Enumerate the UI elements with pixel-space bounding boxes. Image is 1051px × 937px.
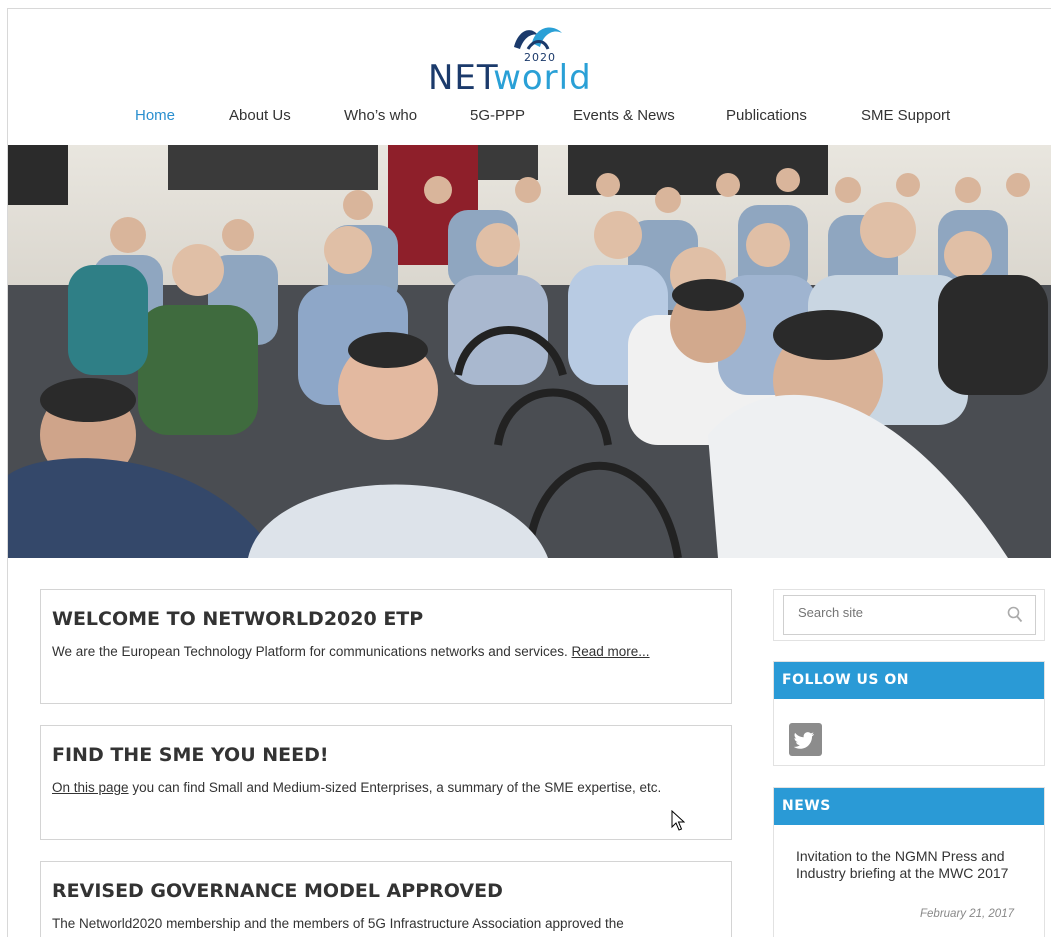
nav-events-news[interactable]: Events & News [573, 107, 675, 124]
logo-word-net: NET [428, 58, 494, 98]
page: 2020 NETworld Home About Us Who’s who 5G… [7, 8, 1051, 937]
follow-title: FOLLOW US ON [774, 662, 1044, 699]
governance-text: The Networld2020 membership and the memb… [52, 916, 624, 931]
site-logo[interactable]: 2020 NETworld [428, 17, 668, 99]
search-field [783, 595, 1036, 635]
sme-text: On this page you can find Small and Medi… [41, 766, 731, 795]
hero-audience-illustration [8, 145, 1051, 558]
logo-wordmark: NETworld [428, 61, 592, 95]
search-widget [773, 589, 1045, 641]
read-more-link[interactable]: Read more... [572, 644, 650, 659]
nav-sme-support[interactable]: SME Support [861, 107, 950, 124]
nav-about-us[interactable]: About Us [229, 107, 291, 124]
twitter-bird-icon [793, 732, 814, 749]
news-widget: NEWS Invitation to the NGMN Press and In… [773, 787, 1045, 937]
logo-mark-icon [514, 27, 562, 50]
governance-box: REVISED GOVERNANCE MODEL APPROVED The Ne… [40, 861, 732, 937]
search-icon[interactable] [1007, 606, 1023, 624]
nav-whos-who[interactable]: Who’s who [344, 107, 417, 124]
nav-publications[interactable]: Publications [726, 107, 807, 124]
twitter-icon[interactable] [789, 723, 822, 756]
news-title: NEWS [774, 788, 1044, 825]
welcome-text: We are the European Technology Platform … [41, 630, 731, 659]
news-item-date: February 21, 2017 [920, 908, 1014, 920]
hero-image [8, 145, 1051, 558]
follow-widget: FOLLOW US ON [773, 661, 1045, 766]
main-navigation: Home About Us Who’s who 5G-PPP Events & … [8, 107, 1051, 133]
mouse-cursor-icon [671, 810, 685, 831]
sme-body: you can find Small and Medium-sized Ente… [128, 780, 662, 795]
news-item-link[interactable]: Invitation to the NGMN Press and Industr… [796, 848, 1021, 882]
nav-5g-ppp[interactable]: 5G-PPP [470, 107, 525, 124]
sme-box: FIND THE SME YOU NEED! On this page you … [40, 725, 732, 840]
nav-home[interactable]: Home [135, 107, 175, 124]
welcome-body: We are the European Technology Platform … [52, 644, 572, 659]
governance-title: REVISED GOVERNANCE MODEL APPROVED [52, 880, 503, 902]
welcome-box: WELCOME TO NETWORLD2020 ETP We are the E… [40, 589, 732, 704]
search-input[interactable] [798, 605, 998, 620]
logo-word-world: world [493, 58, 592, 98]
welcome-title: WELCOME TO NETWORLD2020 ETP [52, 608, 424, 630]
sme-title: FIND THE SME YOU NEED! [52, 744, 329, 766]
sme-page-link[interactable]: On this page [52, 780, 129, 795]
